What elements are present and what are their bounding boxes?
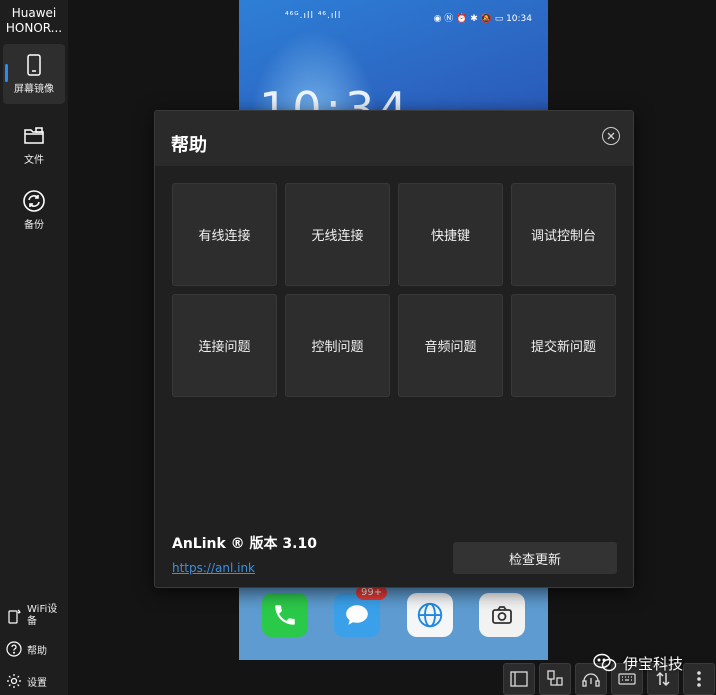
toolbar-usb-button[interactable]	[539, 663, 571, 695]
toolbar-window-button[interactable]	[503, 663, 535, 695]
close-button[interactable]	[602, 127, 620, 145]
tile-audio-issues[interactable]: 音频问题	[398, 294, 503, 397]
nav-item-files[interactable]: 文件	[3, 115, 65, 175]
nav-item-label: 备份	[24, 220, 44, 231]
question-icon	[6, 641, 22, 657]
camera-icon	[492, 606, 512, 624]
phone-app-icon[interactable]	[262, 593, 308, 637]
device-name: Huawei HONOR...	[5, 6, 63, 35]
window-layout-icon	[510, 671, 528, 687]
status-right: ◉ Ⓝ ⏰ ✱ 🔕 ▭ 10:34	[434, 11, 532, 24]
sidebar: Huawei HONOR... 屏幕镜像 文件 备份 WiFi设 备 帮助 设置	[0, 0, 68, 695]
version-text: AnLink ® 版本 3.10	[172, 536, 317, 552]
settings-label: 设置	[27, 677, 47, 689]
watermark-text: 伊宝科技	[623, 654, 684, 673]
dialog-header: 帮助	[155, 111, 633, 166]
app-window: Huawei HONOR... 屏幕镜像 文件 备份 WiFi设 备 帮助 设置	[0, 0, 716, 695]
nav-item-backup[interactable]: 备份	[3, 180, 65, 240]
wifi-devices-button[interactable]: WiFi设 备	[6, 604, 57, 628]
tile-connection-issues[interactable]: 连接问题	[172, 294, 277, 397]
check-update-button[interactable]: 检查更新	[453, 542, 617, 574]
more-vertical-icon	[697, 671, 701, 687]
active-indicator	[5, 64, 8, 82]
usb-plug-icon	[547, 670, 563, 686]
help-button[interactable]: 帮助	[6, 641, 47, 657]
tile-wired-connection[interactable]: 有线连接	[172, 183, 277, 286]
chat-bubble-icon	[346, 605, 368, 625]
tile-control-issues[interactable]: 控制问题	[285, 294, 390, 397]
status-bar: ⁴⁶ᴳ.ıll ⁴⁶.ıll ◉ Ⓝ ⏰ ✱ 🔕 ▭ 10:34	[239, 8, 548, 28]
browser-app-icon[interactable]	[407, 593, 453, 637]
dialog-title: 帮助	[171, 135, 207, 156]
help-label: 帮助	[27, 645, 47, 657]
status-icons: ◉ Ⓝ ⏰ ✱ 🔕 ▭	[433, 14, 507, 24]
camera-app-icon[interactable]	[479, 593, 525, 637]
globe-icon	[417, 602, 443, 628]
nav-item-screen-mirror[interactable]: 屏幕镜像	[3, 44, 65, 104]
wifi-devices-label: WiFi设 备	[27, 604, 58, 627]
nav-item-label: 屏幕镜像	[14, 84, 54, 95]
phone-icon	[27, 54, 41, 76]
tile-submit-issue[interactable]: 提交新问题	[511, 294, 616, 397]
tile-debug-console[interactable]: 调试控制台	[511, 183, 616, 286]
close-icon	[607, 132, 615, 140]
tile-shortcuts[interactable]: 快捷键	[398, 183, 503, 286]
tile-wireless-connection[interactable]: 无线连接	[285, 183, 390, 286]
wechat-icon	[593, 653, 617, 672]
wifi-phone-icon	[8, 609, 21, 624]
signal-indicators: ⁴⁶ᴳ.ıll ⁴⁶.ıll	[285, 11, 342, 21]
toolbar-more-button[interactable]	[683, 663, 715, 695]
sync-icon	[23, 190, 45, 212]
phone-handset-icon	[275, 605, 295, 625]
watermark: 伊宝科技	[592, 652, 683, 674]
gear-icon	[7, 674, 21, 688]
help-dialog: 帮助 有线连接 无线连接 快捷键 调试控制台 连接问题 控制问题 音频问题 提交…	[154, 110, 634, 588]
status-time: 10:34	[506, 14, 532, 24]
website-link[interactable]: https://anl.ink	[172, 561, 255, 575]
folder-icon	[24, 127, 44, 144]
settings-button[interactable]: 设置	[6, 673, 47, 689]
nav-item-label: 文件	[24, 155, 44, 166]
